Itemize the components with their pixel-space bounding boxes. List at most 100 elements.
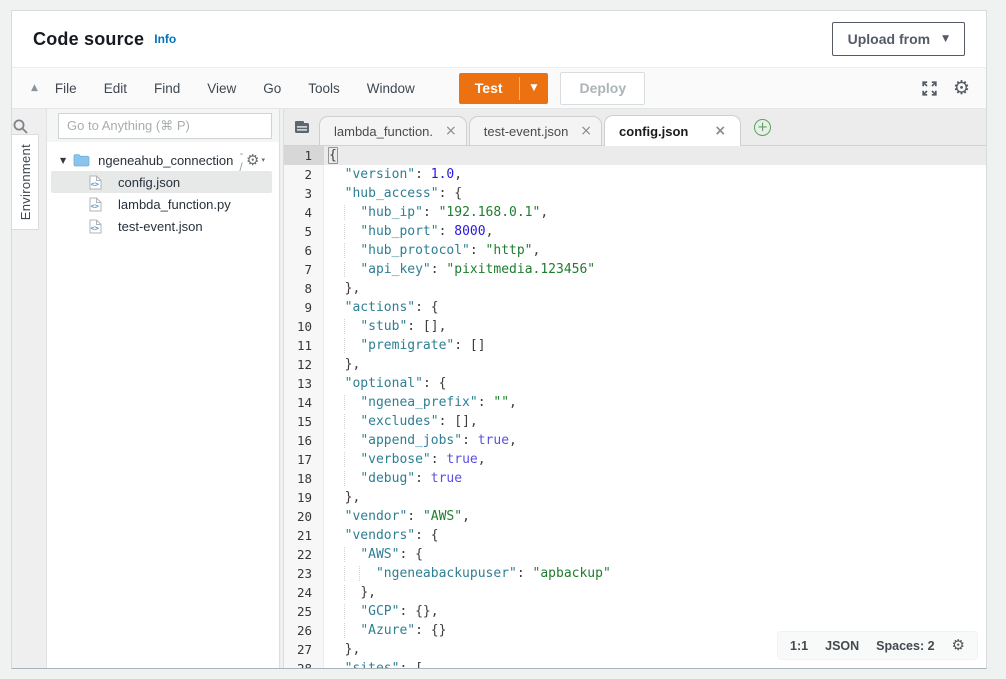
fullscreen-icon[interactable] xyxy=(921,80,938,97)
code-line[interactable]: 25 "GCP": {}, xyxy=(284,602,986,621)
ide-settings-gear-icon[interactable]: ⚙ xyxy=(953,79,970,98)
menu-item-find[interactable]: Find xyxy=(154,81,180,96)
tree-file-test-event.json[interactable]: <>test-event.json xyxy=(47,215,279,237)
line-number: 1 xyxy=(284,146,324,165)
new-tab-button[interactable]: + xyxy=(754,119,771,136)
code-line[interactable]: 8 }, xyxy=(284,279,986,298)
tab-label: lambda_function. xyxy=(334,124,433,139)
code-line[interactable]: 12 }, xyxy=(284,355,986,374)
close-icon[interactable]: × xyxy=(580,124,592,138)
code-line[interactable]: 2 "version": 1.0, xyxy=(284,165,986,184)
line-number: 13 xyxy=(284,374,324,393)
editor-tab-test-event-json[interactable]: test-event.json× xyxy=(469,116,602,145)
menu-item-file[interactable]: File xyxy=(55,81,77,96)
code-line[interactable]: 21 "vendors": { xyxy=(284,526,986,545)
menu-item-view[interactable]: View xyxy=(207,81,236,96)
code-line[interactable]: 24 }, xyxy=(284,583,986,602)
line-content: "Azure": {} xyxy=(324,621,446,640)
code-line[interactable]: 16 "append_jobs": true, xyxy=(284,431,986,450)
line-number: 5 xyxy=(284,222,324,241)
editor-tab-config-json[interactable]: config.json × xyxy=(604,115,741,146)
line-number: 23 xyxy=(284,564,324,583)
code-line[interactable]: 22 "AWS": { xyxy=(284,545,986,564)
menu-item-window[interactable]: Window xyxy=(367,81,415,96)
line-number: 10 xyxy=(284,317,324,336)
file-name: lambda_function.py xyxy=(118,197,231,212)
code-line[interactable]: 19 }, xyxy=(284,488,986,507)
upload-from-button[interactable]: Upload from ▼ xyxy=(832,22,965,56)
code-line[interactable]: 28 "sites": [ xyxy=(284,659,986,668)
info-link[interactable]: Info xyxy=(154,32,176,46)
close-icon[interactable]: × xyxy=(445,124,457,138)
code-line[interactable]: 15 "excludes": [], xyxy=(284,412,986,431)
line-content: "hub_protocol": "http", xyxy=(324,241,540,260)
environment-tab[interactable]: Environment xyxy=(12,134,39,230)
folder-expand-icon[interactable]: ▼ xyxy=(60,156,66,165)
indent-setting[interactable]: Spaces: 2 xyxy=(876,639,934,653)
code-line[interactable]: 3 "hub_access": { xyxy=(284,184,986,203)
tree-file-config.json[interactable]: <>config.json xyxy=(51,171,272,193)
goto-anything-input[interactable] xyxy=(58,113,272,139)
line-content: "ngenea_prefix": "", xyxy=(324,393,517,412)
code-line[interactable]: 20 "vendor": "AWS", xyxy=(284,507,986,526)
file-code-icon: <> xyxy=(89,197,110,212)
line-number: 17 xyxy=(284,450,324,469)
line-content: "hub_access": { xyxy=(324,184,462,203)
line-number: 22 xyxy=(284,545,324,564)
menu-item-tools[interactable]: Tools xyxy=(308,81,340,96)
line-number: 16 xyxy=(284,431,324,450)
line-content: }, xyxy=(324,279,360,298)
code-editor[interactable]: 1{2 "version": 1.0,3 "hub_access": {4 "h… xyxy=(284,146,986,668)
line-content: "actions": { xyxy=(324,298,439,317)
collapse-panel-icon[interactable]: ▲ xyxy=(31,83,38,93)
editor-settings-gear-icon[interactable]: ⚙ xyxy=(952,638,965,653)
line-content: "ngeneabackupuser": "apbackup" xyxy=(324,564,611,583)
code-line[interactable]: 1{ xyxy=(284,146,986,165)
editor-tabs: lambda_function.×test-event.json×config.… xyxy=(319,115,743,145)
editor-tab-bar: lambda_function.×test-event.json×config.… xyxy=(284,109,986,146)
line-number: 8 xyxy=(284,279,324,298)
tab-list-icon[interactable] xyxy=(294,120,310,134)
language-mode[interactable]: JSON xyxy=(825,639,859,653)
close-icon[interactable]: × xyxy=(714,124,726,138)
line-number: 24 xyxy=(284,583,324,602)
code-line[interactable]: 11 "premigrate": [] xyxy=(284,336,986,355)
line-number: 11 xyxy=(284,336,324,355)
code-line[interactable]: 14 "ngenea_prefix": "", xyxy=(284,393,986,412)
tab-label: config.json xyxy=(619,124,688,139)
deploy-button[interactable]: Deploy xyxy=(560,72,645,105)
code-line[interactable]: 4 "hub_ip": "192.168.0.1", xyxy=(284,203,986,222)
code-line[interactable]: 18 "debug": true xyxy=(284,469,986,488)
menu-item-go[interactable]: Go xyxy=(263,81,281,96)
code-line[interactable]: 7 "api_key": "pixitmedia.123456" xyxy=(284,260,986,279)
editor-pane: lambda_function.×test-event.json×config.… xyxy=(284,109,986,668)
line-content: "stub": [], xyxy=(324,317,446,336)
cursor-position[interactable]: 1:1 xyxy=(790,639,808,653)
code-line[interactable]: 6 "hub_protocol": "http", xyxy=(284,241,986,260)
svg-text:<>: <> xyxy=(91,202,99,210)
folder-settings-button[interactable]: ⚙ ▾ xyxy=(246,153,265,168)
code-line[interactable]: 23 "ngeneabackupuser": "apbackup" xyxy=(284,564,986,583)
line-number: 7 xyxy=(284,260,324,279)
file-code-icon: <> xyxy=(89,175,110,190)
menu-items: File Edit Find View Go Tools Window xyxy=(55,81,415,96)
line-content: "optional": { xyxy=(324,374,446,393)
editor-tab-lambda-function[interactable]: lambda_function. × xyxy=(319,116,467,145)
tree-folder-row[interactable]: ▼ ngeneahub_connection - / ⚙ ▾ xyxy=(47,149,279,171)
code-line[interactable]: 9 "actions": { xyxy=(284,298,986,317)
test-dropdown-icon[interactable]: ▼ xyxy=(520,83,549,93)
file-name: test-event.json xyxy=(118,219,203,234)
test-button[interactable]: Test ▼ xyxy=(459,73,549,104)
line-number: 18 xyxy=(284,469,324,488)
code-line[interactable]: 13 "optional": { xyxy=(284,374,986,393)
folder-icon xyxy=(73,153,90,167)
code-line[interactable]: 5 "hub_port": 8000, xyxy=(284,222,986,241)
code-line[interactable]: 10 "stub": [], xyxy=(284,317,986,336)
code-line[interactable]: 17 "verbose": true, xyxy=(284,450,986,469)
line-content: }, xyxy=(324,488,360,507)
editor-status-bar: 1:1 JSON Spaces: 2 ⚙ xyxy=(778,632,977,659)
tree-file-lambda_function.py[interactable]: <> lambda_function.py xyxy=(47,193,279,215)
line-content: "vendors": { xyxy=(324,526,439,545)
sidebar-tab-strip: Environment xyxy=(12,109,47,668)
menu-item-edit[interactable]: Edit xyxy=(104,81,127,96)
